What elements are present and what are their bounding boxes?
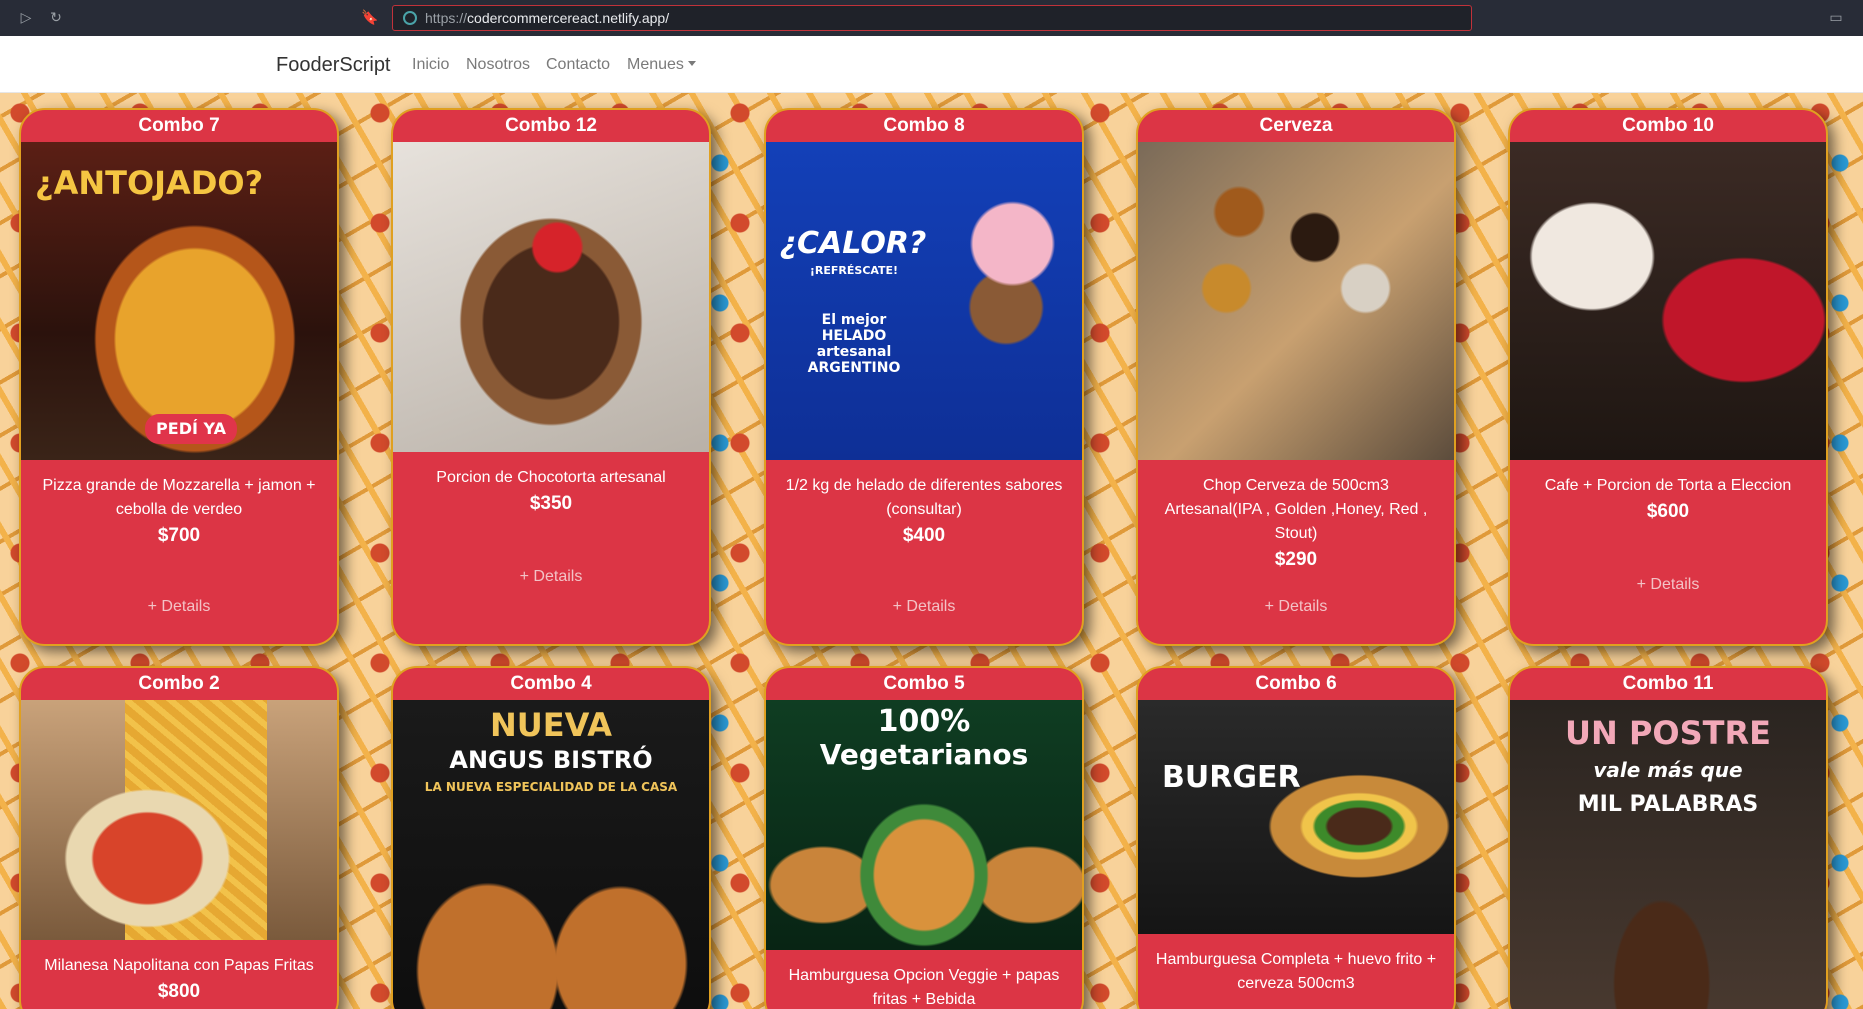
- image-headline: 100%: [877, 704, 971, 739]
- card-title: Combo 12: [505, 115, 597, 136]
- card-price: $400: [902, 525, 946, 546]
- product-image: [21, 700, 337, 940]
- image-tagline: El mejor HELADO artesanal ARGENTINO: [807, 312, 901, 376]
- image-headline: UN POSTRE: [1565, 714, 1771, 752]
- url-text: https://codercommercereact.netlify.app/: [425, 10, 670, 26]
- image-headline: BURGER: [1162, 760, 1301, 795]
- product-card: Combo 5 100% Vegetarianos Hamburguesa Op…: [764, 666, 1084, 1009]
- card-title: Combo 5: [883, 673, 965, 694]
- product-card: Combo 8 ¿CALOR? ¡REFRÉSCATE! El mejor HE…: [764, 108, 1084, 646]
- card-title: Combo 2: [138, 673, 220, 694]
- image-headline: NUEVA: [490, 706, 612, 744]
- product-image: [393, 142, 709, 452]
- card-title: Combo 8: [883, 115, 965, 136]
- card-title: Combo 11: [1622, 673, 1714, 694]
- nav-link-contacto[interactable]: Contacto: [546, 56, 610, 74]
- product-card: Combo 10 Cafe + Porcion de Torta a Elecc…: [1508, 108, 1828, 646]
- card-description: Pizza grande de Mozzarella + jamon + ceb…: [42, 477, 316, 518]
- product-image: ¿ANTOJADO? PEDÍ YA: [21, 142, 337, 460]
- image-subheadline: ¡REFRÉSCATE!: [809, 264, 899, 277]
- card-description: Porcion de Chocotorta artesanal: [436, 469, 666, 486]
- product-card: Cerveza Chop Cerveza de 500cm3 Artesanal…: [1136, 108, 1456, 646]
- product-image: [1138, 142, 1454, 460]
- product-card: Combo 6 BURGER Hamburguesa Completa + hu…: [1136, 666, 1456, 1009]
- card-title: Cerveza: [1259, 115, 1333, 136]
- nav-dropdown-label: Menues: [627, 56, 684, 73]
- product-image: [1510, 142, 1826, 460]
- image-subheadline: Vegetarianos: [819, 738, 1029, 771]
- card-description: 1/2 kg de helado de diferentes sabores (…: [785, 477, 1063, 518]
- site-icon: [403, 11, 417, 25]
- product-card: Combo 2 Milanesa Napolitana con Papas Fr…: [19, 666, 339, 1009]
- details-link[interactable]: + Details: [1138, 598, 1454, 616]
- address-bar[interactable]: https://codercommercereact.netlify.app/: [392, 5, 1472, 31]
- brand-logo[interactable]: FooderScript: [276, 54, 391, 77]
- card-title: Combo 6: [1255, 673, 1337, 694]
- image-headline: ¿ANTOJADO?: [35, 164, 264, 202]
- forward-icon[interactable]: ▷: [16, 8, 36, 28]
- nav-link-inicio[interactable]: Inicio: [412, 56, 449, 74]
- details-link[interactable]: + Details: [21, 598, 337, 616]
- card-price: $700: [157, 525, 201, 546]
- caret-down-icon: [687, 61, 696, 66]
- card-price: $350: [529, 493, 573, 514]
- card-description: Chop Cerveza de 500cm3 Artesanal(IPA , G…: [1164, 477, 1428, 542]
- card-price: $290: [1274, 549, 1318, 570]
- image-subheadline: ANGUS BISTRÓ: [449, 746, 653, 774]
- browser-toolbar: ▷ ↻ 🔖 https://codercommercereact.netlify…: [0, 0, 1863, 36]
- card-price: $600: [1646, 501, 1690, 522]
- card-title: Combo 10: [1622, 115, 1714, 136]
- card-description: Milanesa Napolitana con Papas Fritas: [44, 957, 314, 974]
- product-image: ¿CALOR? ¡REFRÉSCATE! El mejor HELADO art…: [766, 142, 1082, 460]
- details-link[interactable]: + Details: [1510, 576, 1826, 594]
- wallet-icon[interactable]: ▭: [1826, 8, 1846, 28]
- card-description: Hamburguesa Completa + huevo frito + cer…: [1155, 951, 1437, 992]
- product-card: Combo 4 NUEVA ANGUS BISTRÓ LA NUEVA ESPE…: [391, 666, 711, 1009]
- reload-icon[interactable]: ↻: [46, 8, 66, 28]
- product-card: Combo 7 ¿ANTOJADO? PEDÍ YA Pizza grande …: [19, 108, 339, 646]
- image-tagline: MIL PALABRAS: [1577, 792, 1759, 817]
- product-image: UN POSTRE vale más que MIL PALABRAS: [1510, 700, 1826, 1009]
- product-image: BURGER: [1138, 700, 1454, 934]
- product-card: Combo 11 UN POSTRE vale más que MIL PALA…: [1508, 666, 1828, 1009]
- image-cta: PEDÍ YA: [145, 414, 237, 444]
- image-headline: ¿CALOR?: [779, 226, 927, 261]
- details-link[interactable]: + Details: [766, 598, 1082, 616]
- details-link[interactable]: + Details: [393, 568, 709, 586]
- bookmark-icon[interactable]: 🔖: [360, 8, 380, 28]
- image-tagline: LA NUEVA ESPECIALIDAD DE LA CASA: [424, 780, 678, 794]
- card-description: Cafe + Porcion de Torta a Eleccion: [1544, 477, 1792, 494]
- image-subheadline: vale más que: [1593, 758, 1743, 782]
- card-price: $800: [157, 981, 201, 1002]
- nav-link-nosotros[interactable]: Nosotros: [466, 56, 530, 74]
- product-card: Combo 12 Porcion de Chocotorta artesanal…: [391, 108, 711, 646]
- card-description: Hamburguesa Opcion Veggie + papas fritas…: [788, 967, 1060, 1008]
- navbar: FooderScript Inicio Nosotros Contacto Me…: [0, 36, 1863, 93]
- card-title: Combo 7: [138, 115, 220, 136]
- product-image: 100% Vegetarianos: [766, 700, 1082, 950]
- nav-dropdown-menues[interactable]: Menues: [627, 56, 696, 74]
- product-image: NUEVA ANGUS BISTRÓ LA NUEVA ESPECIALIDAD…: [393, 700, 709, 1009]
- card-title: Combo 4: [510, 673, 592, 694]
